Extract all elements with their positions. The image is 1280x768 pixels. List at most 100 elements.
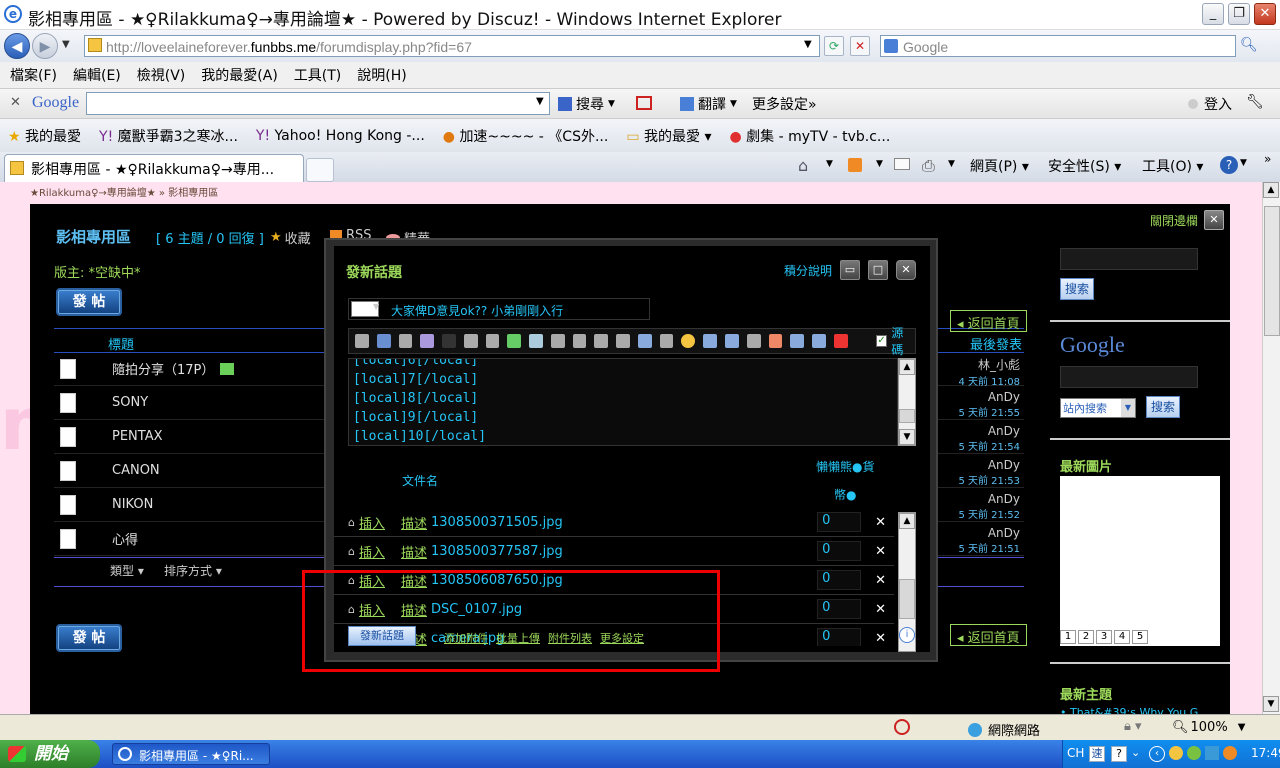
table-icon[interactable] — [420, 334, 435, 348]
delete-attachment-icon[interactable]: ✕ — [875, 631, 886, 646]
page-menu[interactable]: 網頁(P) ▾ — [970, 156, 1029, 176]
attach-icon[interactable] — [746, 334, 761, 348]
favorite-link-2[interactable]: Y! Yahoo! Hong Kong -... — [256, 128, 425, 144]
sidebar-search-input[interactable] — [1060, 248, 1198, 270]
menu-edit[interactable]: 編輯(E) — [73, 65, 121, 85]
post-button-top[interactable]: 發 帖 — [56, 288, 122, 316]
gsearch-dropdown-icon[interactable]: ▼ — [536, 96, 544, 107]
wrench-icon[interactable]: 🔧︎ — [1246, 94, 1264, 110]
search-go-icon[interactable]: 🔍︎ — [1240, 37, 1258, 53]
flash-icon[interactable] — [703, 334, 718, 348]
home-icon[interactable]: ⌂ — [798, 156, 808, 175]
attachment-scrollbar[interactable]: ▲ i — [898, 512, 916, 652]
ime-help-icon[interactable]: ? — [1111, 746, 1127, 762]
delete-attachment-icon[interactable]: ✕ — [875, 515, 886, 530]
latest-topic-item[interactable]: • That&#39;s Why You G — [1060, 706, 1198, 714]
menu-tools[interactable]: 工具(T) — [294, 65, 341, 85]
favorite-link-3[interactable]: ● 加速~~~~ - 《CS外... — [443, 126, 609, 146]
mail-icon[interactable] — [894, 158, 910, 170]
sort-filter[interactable]: 排序方式 ▾ — [164, 562, 222, 579]
points-help-link[interactable]: 積分說明 — [784, 262, 832, 279]
stop-icon[interactable]: ✕ — [850, 36, 870, 56]
latest-pictures-box[interactable] — [1060, 476, 1220, 646]
delete-attachment-icon[interactable]: ✕ — [875, 602, 886, 617]
firefox-icon[interactable] — [1223, 746, 1237, 760]
google-sidebar-input[interactable] — [1060, 366, 1198, 388]
subject-field[interactable]: ▼ 大家俾D意見ok?? 小弟剛剛入行 — [348, 298, 650, 320]
add-attachment-link[interactable]: 添加附件 — [444, 630, 488, 646]
blocked-icon[interactable] — [894, 719, 910, 735]
favorites-button[interactable]: ★ 我的最愛 — [8, 126, 81, 146]
maximize-dialog-icon[interactable]: □ — [868, 260, 888, 280]
source-checkbox[interactable]: ✓ — [875, 335, 888, 347]
print-dropdown-icon[interactable]: ▼ — [948, 159, 955, 169]
chevron-more-icon[interactable]: » — [1264, 152, 1271, 166]
login-button[interactable]: 登入 — [1188, 94, 1232, 114]
media-icon[interactable] — [725, 334, 739, 348]
indent-icon[interactable] — [594, 334, 609, 348]
list-icon[interactable] — [572, 334, 587, 348]
history-dropdown-icon[interactable]: ▼ — [62, 39, 70, 50]
code-icon[interactable] — [550, 334, 565, 348]
google-toolbar-search[interactable] — [86, 92, 550, 115]
tools-menu[interactable]: 工具(O) ▾ — [1142, 156, 1203, 176]
security-zone[interactable]: 網際網路 — [968, 720, 1040, 739]
minimize-button[interactable]: _ — [1202, 3, 1224, 25]
favorite-link-1[interactable]: Y! 魔獸爭霸3之寒冰... — [99, 126, 238, 146]
page-scrollbar[interactable]: ▲ ▼ — [1262, 182, 1280, 714]
safety-menu[interactable]: 安全性(S) ▾ — [1048, 156, 1121, 176]
post-editor[interactable]: [local]6[/local] [local]7[/local] [local… — [348, 358, 898, 446]
editor-scrollbar[interactable]: ▲ ▼ — [898, 358, 916, 446]
maximize-button[interactable]: ❐ — [1228, 3, 1250, 25]
new-tab-button[interactable] — [306, 158, 334, 182]
delete-attachment-icon[interactable]: ✕ — [875, 544, 886, 559]
hide-icon[interactable] — [659, 334, 674, 348]
zoom-control[interactable]: 🔍︎ 100% ▼ — [1172, 720, 1245, 735]
source-toggle[interactable]: ✓ 源碼 — [875, 324, 915, 358]
breadcrumb[interactable]: ★Rilakkuma♀→專用論壇★ » 影相專用區 — [30, 184, 218, 199]
more-settings-link[interactable]: 更多設定 — [600, 630, 644, 646]
language-indicator[interactable]: CH — [1067, 746, 1084, 760]
link-icon[interactable] — [463, 334, 478, 348]
more-settings-button[interactable]: 更多設定» — [752, 94, 817, 114]
font-icon[interactable] — [355, 334, 369, 348]
tab-active[interactable]: 影相專用區 - ★♀Rilakkuma♀→專用... — [4, 154, 304, 182]
rss-icon[interactable] — [848, 158, 862, 172]
minimize-dialog-icon[interactable]: ▭ — [840, 260, 860, 280]
qq-icon[interactable] — [768, 334, 783, 348]
align-icon[interactable] — [616, 334, 630, 348]
home-dropdown-icon[interactable]: ▼ — [826, 159, 833, 169]
help-icon[interactable]: ? — [1220, 156, 1238, 174]
network-icon[interactable] — [1187, 746, 1201, 760]
translate-button[interactable]: 翻譯 ▼ — [680, 94, 737, 114]
favorite-link-4[interactable]: ● 劇集 - myTV - tvb.c... — [730, 126, 891, 146]
protected-mode-icon[interactable]: 🔒︎ ▾ — [1124, 719, 1142, 734]
text-color-icon[interactable] — [398, 334, 413, 348]
post-button-bottom[interactable]: 發 帖 — [56, 624, 122, 652]
page-scroll-thumb[interactable] — [1264, 206, 1280, 336]
attachment-list-link[interactable]: 附件列表 — [548, 630, 592, 646]
ime-icon[interactable]: 速 — [1089, 746, 1105, 762]
google-search-button[interactable]: 搜尋 ▼ — [558, 94, 615, 114]
address-dropdown-icon[interactable]: ▼ — [804, 39, 812, 50]
favorite-folder[interactable]: ▭ 我的最愛 ▾ — [626, 126, 711, 146]
close-dialog-icon[interactable]: ✕ — [896, 260, 916, 280]
menu-favorites[interactable]: 我的最愛(A) — [201, 65, 278, 85]
math-icon[interactable] — [790, 334, 805, 348]
type-filter[interactable]: 類型 ▾ — [110, 562, 144, 579]
help-dropdown-icon[interactable]: ▼ — [1240, 158, 1247, 168]
quote-icon[interactable] — [529, 334, 543, 348]
menu-help[interactable]: 說明(H) — [357, 65, 406, 85]
menu-view[interactable]: 檢視(V) — [137, 65, 186, 85]
forward-button[interactable]: ▶ — [32, 33, 58, 59]
rss-dropdown-icon[interactable]: ▼ — [876, 159, 883, 169]
popup-blocker-icon[interactable] — [636, 96, 652, 110]
bulk-upload-link[interactable]: 批量上傳 — [496, 630, 540, 646]
delete-attachment-icon[interactable]: ✕ — [875, 573, 886, 588]
speaker-icon[interactable] — [1205, 746, 1219, 760]
favorite-link[interactable]: ★ 收藏 — [270, 228, 311, 247]
refresh-icon[interactable]: ⟳ — [824, 36, 844, 56]
image-icon[interactable] — [485, 334, 500, 348]
youtube-icon[interactable] — [833, 334, 848, 348]
formula-icon[interactable] — [812, 334, 826, 348]
